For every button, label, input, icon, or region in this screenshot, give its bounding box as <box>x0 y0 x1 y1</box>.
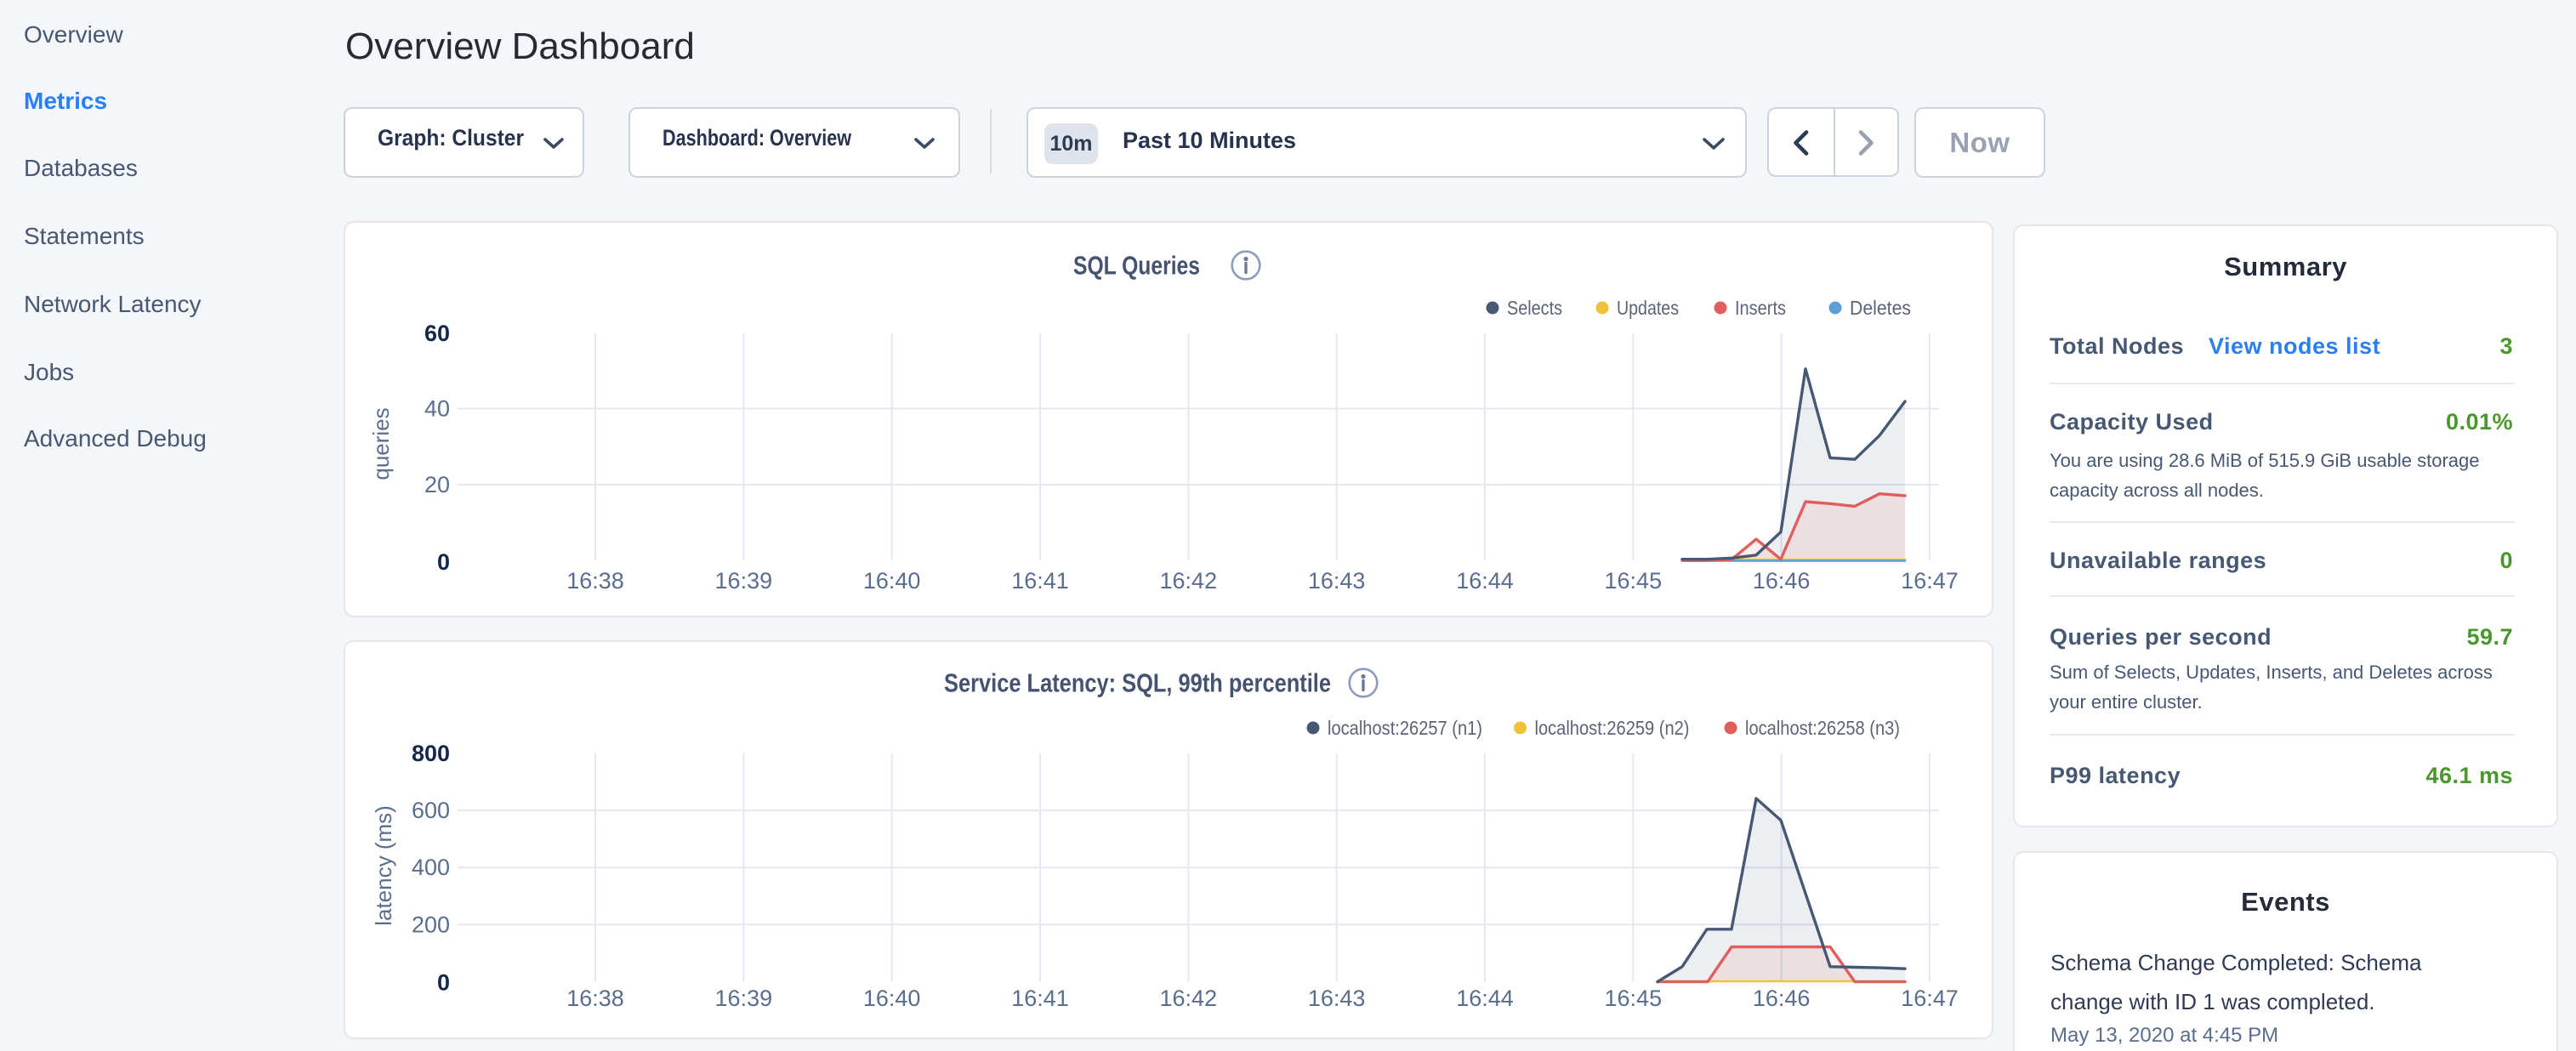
svg-text:16:41: 16:41 <box>1011 568 1069 594</box>
svg-text:localhost:26258 (n3): localhost:26258 (n3) <box>1745 717 1900 739</box>
svg-text:20: 20 <box>424 472 450 497</box>
svg-text:16:38: 16:38 <box>566 568 624 594</box>
svg-text:40: 40 <box>424 396 450 422</box>
svg-text:16:42: 16:42 <box>1160 986 1218 1011</box>
svg-text:0: 0 <box>437 549 450 575</box>
svg-text:16:47: 16:47 <box>1901 568 1959 594</box>
svg-text:16:38: 16:38 <box>566 986 624 1011</box>
svg-text:SQL Queries: SQL Queries <box>1073 251 1200 281</box>
svg-text:Service Latency: SQL, 99th per: Service Latency: SQL, 99th percentile <box>944 668 1331 698</box>
svg-text:60: 60 <box>424 321 450 346</box>
svg-text:queries: queries <box>368 407 394 480</box>
svg-text:16:47: 16:47 <box>1901 986 1959 1011</box>
svg-text:16:40: 16:40 <box>863 568 921 594</box>
svg-text:16:40: 16:40 <box>863 986 921 1011</box>
svg-text:16:43: 16:43 <box>1308 986 1366 1011</box>
svg-text:16:45: 16:45 <box>1605 568 1663 594</box>
svg-text:localhost:26257 (n1): localhost:26257 (n1) <box>1328 717 1482 739</box>
svg-text:200: 200 <box>412 912 450 937</box>
svg-text:16:46: 16:46 <box>1753 986 1811 1011</box>
svg-text:16:39: 16:39 <box>715 568 773 594</box>
svg-text:latency (ms): latency (ms) <box>371 805 396 926</box>
svg-text:Selects: Selects <box>1507 297 1562 319</box>
svg-text:Deletes: Deletes <box>1850 297 1911 319</box>
svg-text:400: 400 <box>412 855 450 880</box>
svg-text:Updates: Updates <box>1617 297 1679 319</box>
svg-text:16:41: 16:41 <box>1011 986 1069 1011</box>
svg-text:16:42: 16:42 <box>1160 568 1218 594</box>
svg-text:600: 600 <box>412 798 450 823</box>
svg-text:0: 0 <box>437 970 450 996</box>
svg-text:Inserts: Inserts <box>1735 297 1786 319</box>
svg-text:800: 800 <box>412 741 450 766</box>
svg-text:16:39: 16:39 <box>715 986 773 1011</box>
svg-text:16:44: 16:44 <box>1456 568 1514 594</box>
svg-text:localhost:26259 (n2): localhost:26259 (n2) <box>1535 717 1690 739</box>
svg-text:16:44: 16:44 <box>1456 986 1514 1011</box>
svg-text:16:46: 16:46 <box>1753 568 1811 594</box>
svg-text:16:43: 16:43 <box>1308 568 1366 594</box>
svg-text:16:45: 16:45 <box>1605 986 1663 1011</box>
